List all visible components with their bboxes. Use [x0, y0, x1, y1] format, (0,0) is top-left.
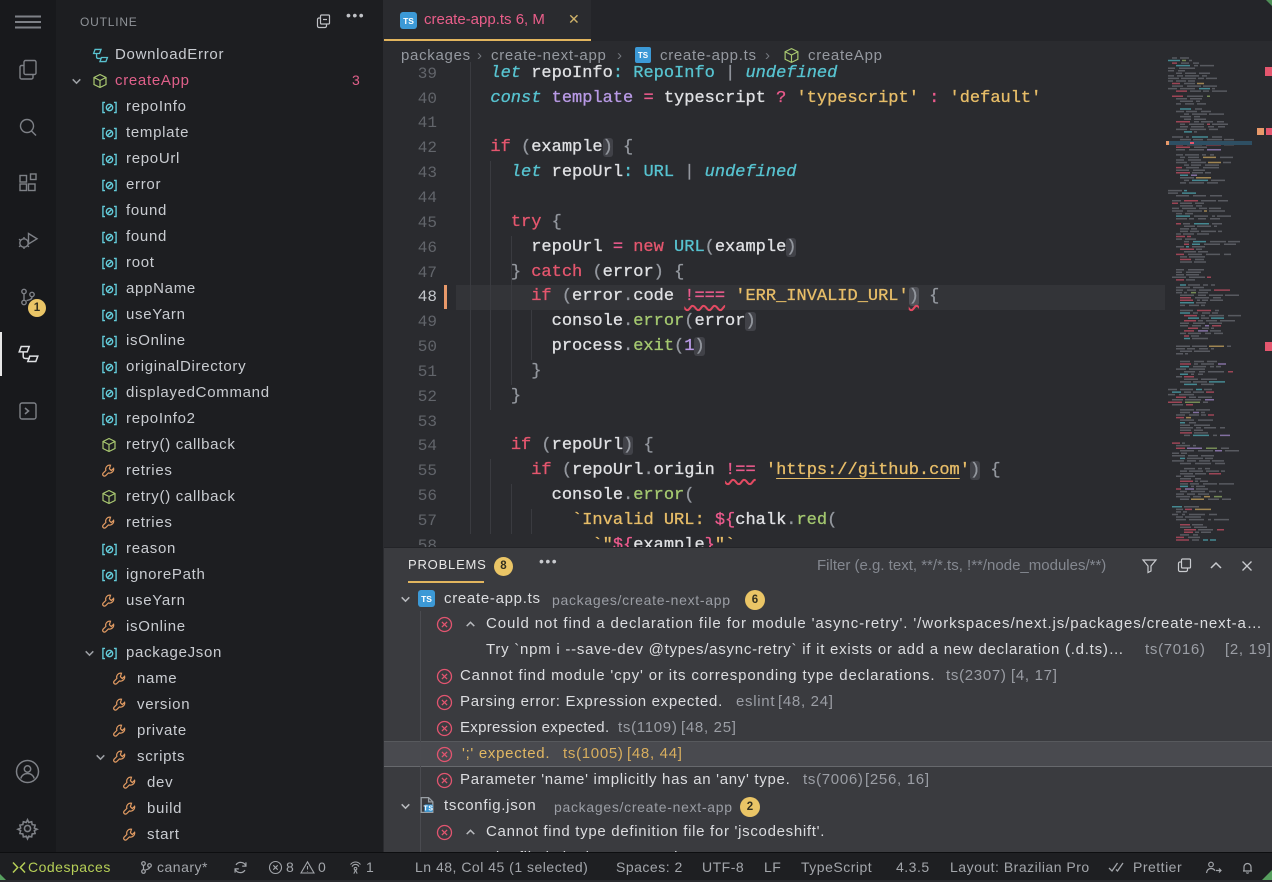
- svg-text:TS: TS: [423, 805, 433, 812]
